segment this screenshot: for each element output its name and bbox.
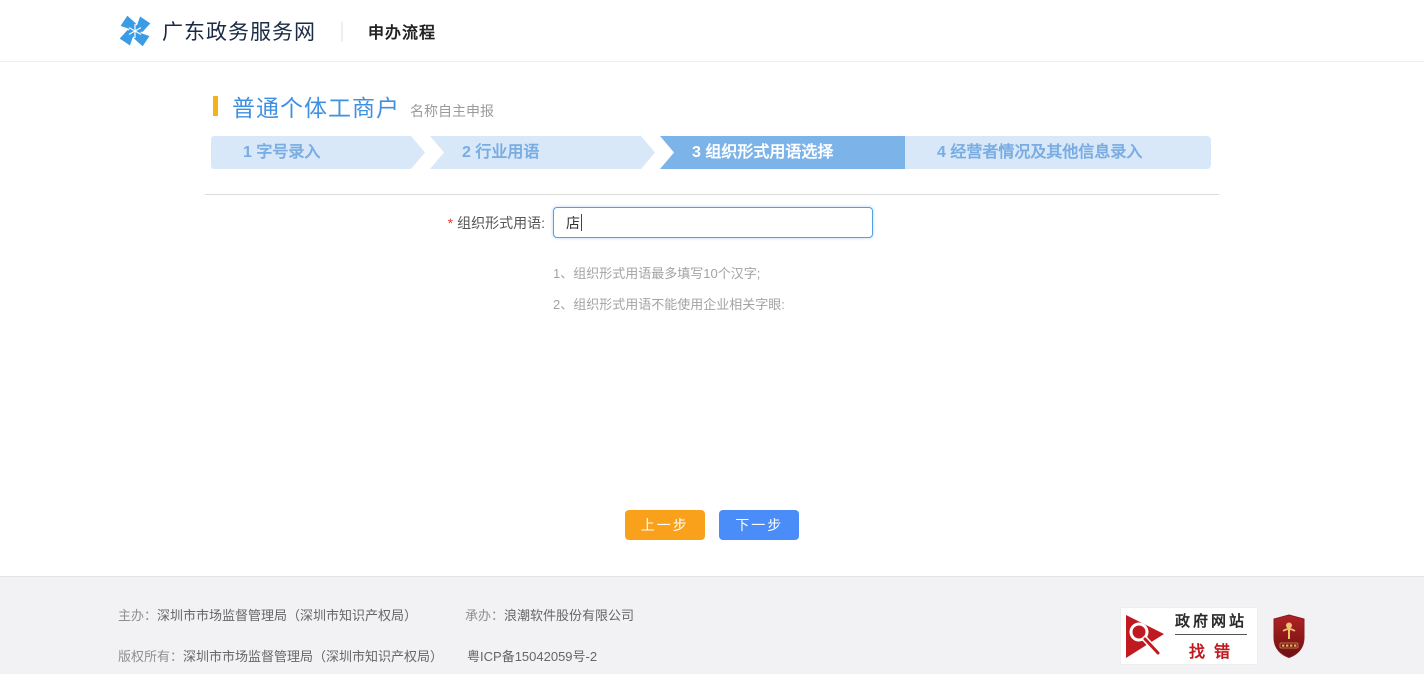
title-accent-bar [213,96,218,116]
footer-logos: 政府网站 找错 [1120,607,1306,665]
page-title-row: 普通个体工商户 名称自主申报 [205,62,1219,123]
copyright-value: 深圳市市场监督管理局（深圳市知识产权局） [183,649,443,664]
step-3-org-form-active[interactable]: 3 组织形式用语选择 [660,136,905,169]
org-form-label-text: 组织形式用语: [457,215,545,231]
prev-step-button[interactable]: 上一步 [625,510,705,540]
icp-number[interactable]: 粤ICP备15042059号-2 [467,649,597,664]
host-label: 主办： [118,608,157,623]
next-step-button[interactable]: 下一步 [719,510,799,540]
step-2-industry-term[interactable]: 2 行业用语 [430,136,655,169]
undertaker-value: 浪潮软件股份有限公司 [504,608,634,623]
org-form-label: *组织形式用语: [205,213,545,233]
step-1-brand-name[interactable]: 1 字号录入 [211,136,425,169]
page-title: 普通个体工商户 [232,89,400,123]
header-divider: ｜ [332,16,352,45]
step-4-operator-info[interactable]: 4 经营者情况及其他信息录入 [905,136,1211,169]
hint-line-2: 2、组织形式用语不能使用企业相关字眼: [553,289,1219,320]
host-value: 深圳市市场监督管理局（深圳市知识产权局） [157,608,417,623]
org-form-input[interactable] [553,207,873,238]
page-subtitle: 名称自主申报 [410,101,494,121]
gdzwfw-pinwheel-logo-icon [118,14,152,48]
hint-line-1: 1、组织形式用语最多填写10个汉字; [553,258,1219,289]
org-form-row: *组织形式用语: [205,207,1219,238]
undertaker-label: 承办： [465,608,504,623]
error-flag-magnifier-icon [1123,613,1167,659]
form-hints: 1、组织形式用语最多填写10个汉字; 2、组织形式用语不能使用企业相关字眼: [205,258,1219,320]
section-divider [205,194,1219,195]
section-title: 申办流程 [368,19,436,43]
org-form-input-wrap [553,207,873,238]
error-logo-text: 政府网站 找错 [1175,610,1247,662]
main-content: 普通个体工商户 名称自主申报 1 字号录入 2 行业用语 3 组织形式用语选择 … [205,62,1219,558]
police-badge-icon[interactable] [1272,614,1306,658]
gov-site-error-report-badge[interactable]: 政府网站 找错 [1120,607,1258,665]
text-caret [581,214,582,231]
error-logo-line1: 政府网站 [1175,610,1247,635]
error-logo-line2: 找错 [1175,635,1247,662]
required-asterisk: * [448,215,453,231]
wizard-actions: 上一步 下一步 [205,510,1219,540]
step-wizard: 1 字号录入 2 行业用语 3 组织形式用语选择 4 经营者情况及其他信息录入 [211,136,1211,169]
copyright-label: 版权所有： [118,649,183,664]
site-name: 广东政务服务网 [162,16,316,46]
site-footer: 主办：深圳市市场监督管理局（深圳市知识产权局）承办：浪潮软件股份有限公司 版权所… [0,576,1424,674]
site-header: 广东政务服务网 ｜ 申办流程 [0,0,1424,62]
